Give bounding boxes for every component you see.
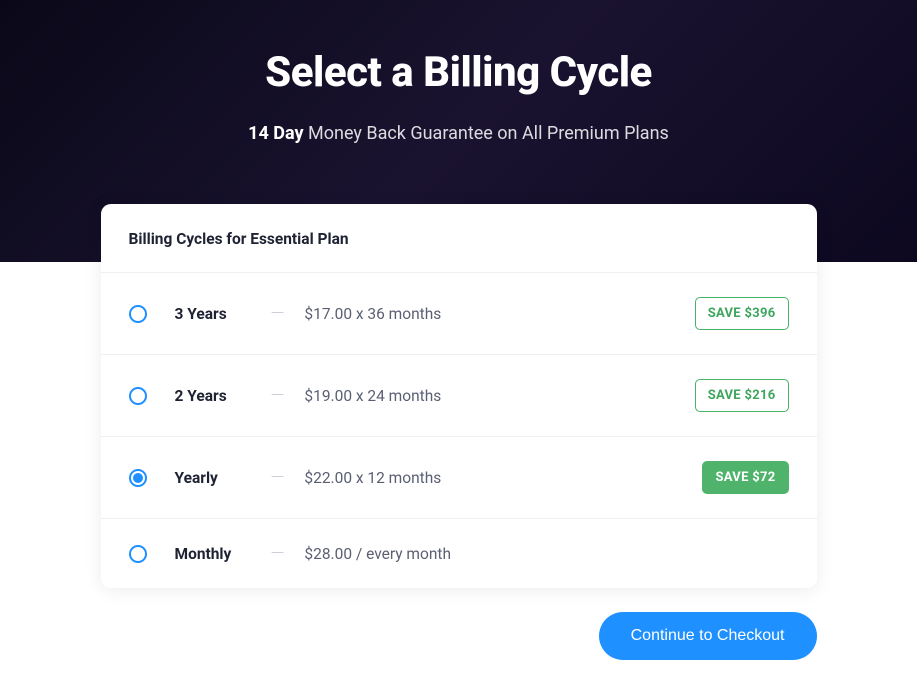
dash-separator: — bbox=[271, 543, 285, 564]
billing-card: Billing Cycles for Essential Plan 3 Year… bbox=[101, 204, 817, 588]
billing-row-2-years[interactable]: 2 Years — $19.00 x 24 months SAVE $216 bbox=[101, 355, 817, 437]
plan-label: Yearly bbox=[175, 469, 265, 487]
plan-price: $28.00 / every month bbox=[304, 545, 788, 563]
save-badge: SAVE $216 bbox=[695, 379, 789, 412]
subtitle-rest: Money Back Guarantee on All Premium Plan… bbox=[304, 123, 669, 144]
card-title: Billing Cycles for Essential Plan bbox=[101, 204, 817, 273]
plan-price: $19.00 x 24 months bbox=[304, 387, 694, 405]
billing-row-3-years[interactable]: 3 Years — $17.00 x 36 months SAVE $396 bbox=[101, 273, 817, 355]
save-badge: SAVE $396 bbox=[695, 297, 789, 330]
page-title: Select a Billing Cycle bbox=[0, 0, 917, 97]
footer: Continue to Checkout bbox=[101, 612, 817, 660]
plan-price: $17.00 x 36 months bbox=[304, 305, 694, 323]
dash-separator: — bbox=[271, 467, 285, 488]
billing-row-monthly[interactable]: Monthly — $28.00 / every month bbox=[101, 519, 817, 588]
save-badge-selected: SAVE $72 bbox=[702, 461, 788, 494]
dash-separator: — bbox=[271, 303, 285, 324]
billing-row-yearly[interactable]: Yearly — $22.00 x 12 months SAVE $72 bbox=[101, 437, 817, 519]
radio-icon bbox=[129, 545, 147, 563]
plan-label: 2 Years bbox=[175, 387, 265, 405]
plan-label: Monthly bbox=[175, 545, 265, 563]
radio-icon bbox=[129, 305, 147, 323]
dash-separator: — bbox=[271, 385, 285, 406]
continue-checkout-button[interactable]: Continue to Checkout bbox=[599, 612, 817, 660]
plan-label: 3 Years bbox=[175, 305, 265, 323]
radio-icon-selected bbox=[129, 469, 147, 487]
subtitle-bold: 14 Day bbox=[248, 123, 303, 144]
page-subtitle: 14 Day Money Back Guarantee on All Premi… bbox=[0, 123, 917, 144]
radio-icon bbox=[129, 387, 147, 405]
plan-price: $22.00 x 12 months bbox=[304, 469, 702, 487]
